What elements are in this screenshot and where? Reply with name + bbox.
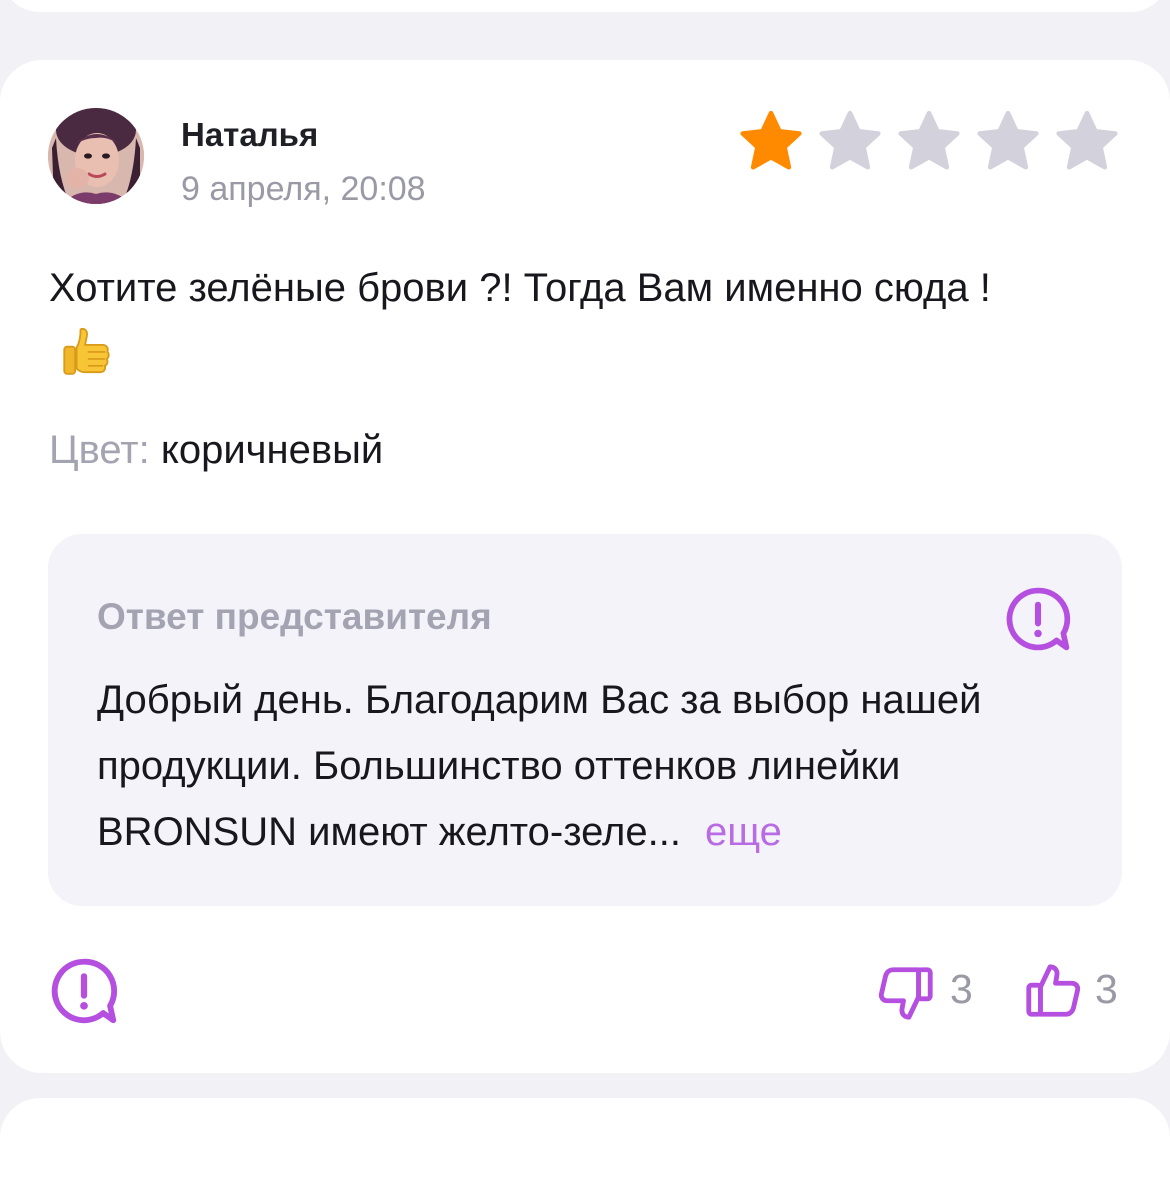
like-count: 3 bbox=[1095, 966, 1118, 1012]
color-attribute: Цвет: коричневый bbox=[49, 428, 383, 473]
thumbs-up-icon[interactable] bbox=[1023, 960, 1083, 1022]
star-empty-icon bbox=[819, 110, 881, 170]
review-text: Хотите зелёные брови ?! Тогда Вам именно… bbox=[49, 255, 1049, 389]
seller-answer: Ответ представителя Добрый день. Благода… bbox=[48, 534, 1122, 906]
answer-text: Добрый день. Благодарим Вас за выбор наш… bbox=[97, 667, 1087, 865]
avatar-photo bbox=[48, 108, 144, 204]
color-value: коричневый bbox=[160, 428, 384, 472]
previous-review-card bbox=[0, 0, 1170, 12]
review-body: Хотите зелёные брови ?! Тогда Вам именно… bbox=[49, 266, 991, 310]
star-empty-icon bbox=[977, 110, 1039, 170]
thumbs-up-emoji-icon bbox=[63, 327, 110, 375]
star-filled-icon bbox=[740, 110, 802, 170]
report-icon[interactable] bbox=[1003, 584, 1073, 654]
star-empty-icon bbox=[898, 110, 960, 170]
thumbs-down-icon[interactable] bbox=[876, 962, 936, 1024]
review-card: Наталья 9 апреля, 20:08 Хотите зелёные б… bbox=[0, 60, 1170, 1073]
report-icon[interactable] bbox=[48, 955, 120, 1027]
dislike-count: 3 bbox=[950, 966, 973, 1012]
color-label: Цвет: bbox=[49, 428, 150, 472]
avatar[interactable] bbox=[48, 108, 144, 204]
star-empty-icon bbox=[1056, 110, 1118, 170]
answer-body: Добрый день. Благодарим Вас за выбор наш… bbox=[97, 678, 982, 854]
more-link[interactable]: еще bbox=[705, 810, 782, 854]
next-review-card bbox=[0, 1098, 1170, 1178]
author-name: Наталья bbox=[181, 116, 319, 153]
answer-title: Ответ представителя bbox=[97, 596, 492, 637]
rating-stars bbox=[737, 108, 1121, 176]
review-date: 9 апреля, 20:08 bbox=[181, 170, 426, 208]
